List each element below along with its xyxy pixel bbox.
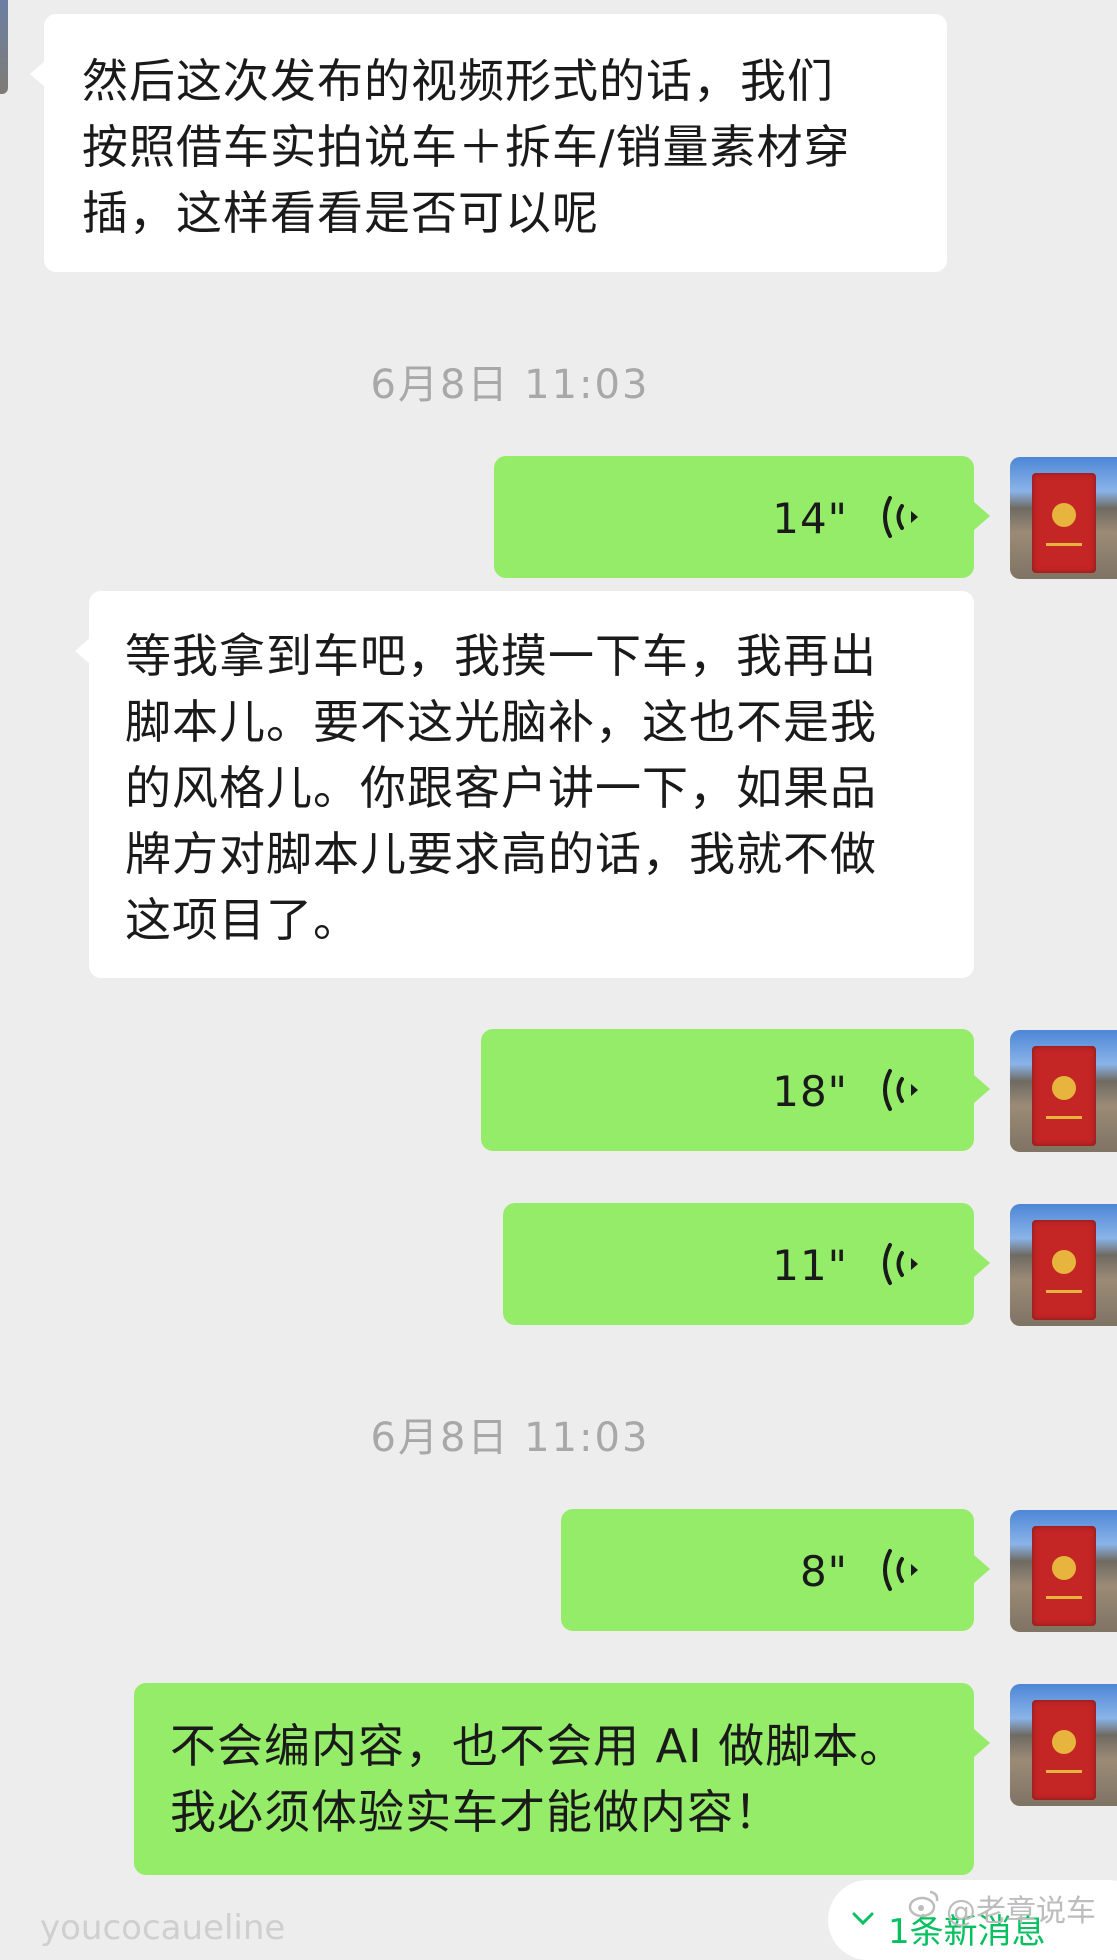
my-avatar[interactable] bbox=[1010, 1030, 1117, 1152]
contact-avatar-partial[interactable] bbox=[0, 0, 8, 94]
voice-duration: 18" bbox=[772, 1067, 848, 1116]
message-text: 不会编内容，也不会用 AI 做脚本。 我必须体验实车才能做内容！ bbox=[170, 1719, 907, 1839]
voice-message-2[interactable]: 18" bbox=[481, 1029, 990, 1151]
message-text: 然后这次发布的视频形式的话，我们 按照借车实拍说车＋拆车/销量素材穿 插，这样看… bbox=[82, 54, 851, 240]
voice-wave-icon bbox=[883, 1243, 918, 1285]
voice-message-4[interactable]: 8" bbox=[561, 1509, 990, 1631]
message-text: 等我拿到车吧，我摸一下车，我再出 脚本儿。要不这光脑补，这也不是我 的风格儿。你… bbox=[125, 629, 877, 947]
voice-wave-icon bbox=[883, 496, 918, 538]
timestamp-1: 6月8日 11:03 bbox=[370, 362, 650, 408]
chevron-down-icon bbox=[852, 1912, 874, 1926]
voice-duration: 14" bbox=[772, 494, 848, 543]
my-avatar[interactable] bbox=[1010, 1204, 1117, 1326]
my-avatar[interactable] bbox=[1010, 1684, 1117, 1806]
my-avatar[interactable] bbox=[1010, 1510, 1117, 1632]
voice-duration: 8" bbox=[799, 1547, 848, 1596]
voice-wave-icon bbox=[883, 1549, 918, 1591]
incoming-message-1[interactable]: 然后这次发布的视频形式的话，我们 按照借车实拍说车＋拆车/销量素材穿 插，这样看… bbox=[30, 14, 947, 272]
voice-message-1[interactable]: 14" bbox=[494, 456, 990, 578]
voice-wave-icon bbox=[883, 1069, 918, 1111]
timestamp-2: 6月8日 11:03 bbox=[370, 1415, 650, 1461]
my-avatar[interactable] bbox=[1010, 457, 1117, 579]
outgoing-message-1[interactable]: 不会编内容，也不会用 AI 做脚本。 我必须体验实车才能做内容！ bbox=[134, 1683, 990, 1875]
voice-duration: 11" bbox=[772, 1241, 848, 1290]
incoming-message-2[interactable]: 等我拿到车吧，我摸一下车，我再出 脚本儿。要不这光脑补，这也不是我 的风格儿。你… bbox=[75, 591, 974, 978]
partial-sender-name: youcocaueline bbox=[40, 1908, 286, 1948]
voice-message-3[interactable]: 11" bbox=[503, 1203, 990, 1325]
watermark: @老章说车 bbox=[946, 1894, 1096, 1929]
weibo-icon bbox=[908, 1890, 939, 1918]
